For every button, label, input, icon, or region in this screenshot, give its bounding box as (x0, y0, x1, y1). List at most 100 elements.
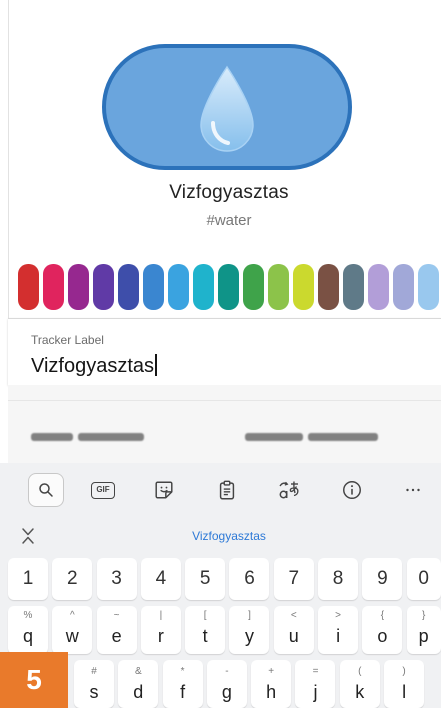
cut-off-text (245, 433, 303, 441)
cut-off-text (308, 433, 378, 441)
key-i[interactable]: > i (318, 606, 359, 654)
key-p[interactable]: } p (406, 606, 441, 654)
key-8[interactable]: 8 (318, 558, 359, 600)
key-j[interactable]: = j (295, 660, 336, 708)
key-4[interactable]: 4 (140, 558, 181, 600)
key-9[interactable]: 9 (362, 558, 403, 600)
sticker-icon (155, 481, 173, 499)
key-alt: + (268, 666, 275, 677)
more-button[interactable] (395, 473, 431, 507)
key-letter: j (313, 682, 318, 702)
key-2[interactable]: 2 (52, 558, 93, 600)
key-alt: ~ (113, 610, 120, 621)
tracker-icon-pill[interactable] (102, 44, 352, 170)
tracker-name: Vizfogyasztas (169, 182, 289, 203)
color-swatch[interactable] (218, 264, 239, 310)
color-swatch[interactable] (193, 264, 214, 310)
color-swatch[interactable] (393, 264, 414, 310)
tracker-tag: #water (206, 212, 252, 229)
key-q[interactable]: % q (8, 606, 48, 654)
color-swatch[interactable] (293, 264, 314, 310)
word-suggestion[interactable]: Vizfogyasztas (129, 529, 329, 543)
asdf-row: # s & d * f -g + h = j (k ) l (74, 660, 425, 708)
color-swatch[interactable] (93, 264, 114, 310)
key-7[interactable]: 7 (273, 558, 314, 600)
key-f[interactable]: * f (162, 660, 203, 708)
key-y[interactable]: ] y (229, 606, 270, 654)
key-o[interactable]: {o (362, 606, 403, 654)
key-r[interactable]: | r (140, 606, 181, 654)
color-swatch[interactable] (18, 264, 39, 310)
cut-off-text (31, 433, 73, 441)
tracker-editor-sheet: Vizfogyasztas #water Tracker Label Vizfo… (8, 0, 441, 463)
sticker-button[interactable] (146, 473, 182, 507)
key-letter: s (89, 682, 99, 702)
translate-icon (279, 481, 299, 499)
color-swatch[interactable] (118, 264, 139, 310)
key-letter: f (180, 682, 186, 702)
key-h[interactable]: + h (251, 660, 292, 708)
color-swatch[interactable] (418, 264, 439, 310)
color-swatch[interactable] (143, 264, 164, 310)
collapse-toolbar-button[interactable] (19, 526, 37, 546)
key-alt: < (290, 610, 297, 621)
step-badge: 5 (0, 652, 68, 708)
clipboard-button[interactable] (209, 473, 245, 507)
key-u[interactable]: < u (273, 606, 314, 654)
color-swatch[interactable] (318, 264, 339, 310)
key-letter: k (355, 682, 365, 702)
key-alt: % (23, 610, 33, 621)
key-d[interactable]: & d (118, 660, 159, 708)
color-swatch[interactable] (43, 264, 64, 310)
keyboard-search-button[interactable] (28, 473, 64, 507)
key-letter: o (377, 626, 388, 646)
key-alt: ( (358, 666, 362, 677)
key-3[interactable]: 3 (96, 558, 137, 600)
key-alt: [ (203, 610, 207, 621)
gif-label: GIF (96, 485, 110, 494)
key-1[interactable]: 1 (8, 558, 48, 600)
key-l[interactable]: ) l (384, 660, 425, 708)
key-alt: > (335, 610, 341, 621)
tracker-label-field[interactable]: Tracker Label Vizfogyasztas (8, 318, 441, 385)
cut-off-text (78, 433, 144, 441)
key-alt: ) (402, 666, 406, 677)
key-5[interactable]: 5 (185, 558, 226, 600)
key-letter: e (111, 626, 122, 646)
color-swatch[interactable] (68, 264, 89, 310)
key-k[interactable]: (k (339, 660, 380, 708)
key-alt: # (91, 666, 97, 677)
info-button[interactable] (334, 473, 370, 507)
key-letter: q (22, 626, 33, 646)
tracker-label-input[interactable]: Vizfogyasztas (31, 354, 158, 378)
key-alt: | (159, 610, 163, 621)
search-icon (39, 483, 53, 497)
color-swatch[interactable] (268, 264, 289, 310)
color-swatch[interactable] (368, 264, 389, 310)
collapse-icon (22, 528, 34, 544)
translate-button[interactable] (271, 473, 307, 507)
key-letter: d (133, 682, 144, 702)
color-swatch[interactable] (243, 264, 264, 310)
key-letter: r (157, 626, 164, 646)
divider (8, 400, 441, 401)
color-swatch[interactable] (343, 264, 364, 310)
key-w[interactable]: ^ w (52, 606, 93, 654)
key-letter: i (336, 626, 341, 646)
key-alt: ^ (69, 610, 75, 621)
key-6[interactable]: 6 (229, 558, 270, 600)
key-s[interactable]: # s (74, 660, 114, 708)
color-swatch[interactable] (168, 264, 189, 310)
color-swatch-row (18, 264, 439, 310)
cut-off-field-row (8, 385, 441, 463)
key-0[interactable]: 0 (406, 558, 441, 600)
gif-icon: GIF (91, 481, 115, 499)
key-e[interactable]: ~ e (96, 606, 137, 654)
clipboard-icon (219, 480, 235, 500)
key-alt: { (380, 610, 385, 621)
key-letter: t (202, 626, 208, 646)
key-g[interactable]: -g (206, 660, 247, 708)
key-letter: g (221, 682, 232, 702)
key-t[interactable]: [t (185, 606, 226, 654)
gif-button[interactable]: GIF (85, 473, 121, 507)
